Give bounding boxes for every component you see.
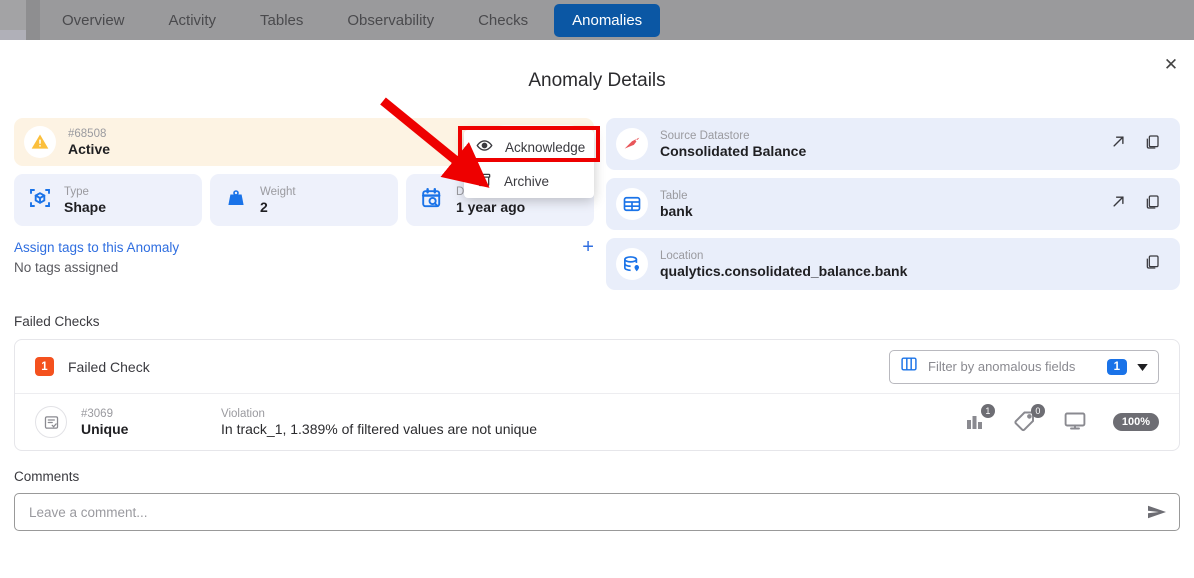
info-text-source-datastore: Source Datastore Consolidated Balance — [660, 129, 1111, 160]
info-value-location: qualytics.consolidated_balance.bank — [659, 262, 908, 279]
info-value-table: bank — [659, 202, 693, 219]
two-column-layout: #68508 Active Type Shape Weight 2 1 year… — [0, 118, 1194, 298]
modal-content: #68508 Active Type Shape Weight 2 1 year… — [0, 118, 1194, 531]
table-row[interactable]: #3069 Unique Violation In track_1, 1.389… — [15, 394, 1179, 450]
eye-icon — [476, 137, 493, 157]
anomalous-fields-filter[interactable]: Filter by anomalous fields 1 — [889, 349, 1159, 384]
info-row-table: Table bank — [605, 178, 1180, 230]
info-value-source-datastore: Consolidated Balance — [659, 142, 807, 159]
status-badge: Active — [68, 140, 111, 157]
menu-item-archive[interactable]: Archive — [464, 164, 594, 198]
metric-value-weight: 2 — [259, 198, 268, 215]
failed-check-title: Failed Check — [68, 358, 150, 375]
columns-icon — [900, 356, 918, 377]
fields-chart-icon[interactable]: 1 — [963, 404, 995, 435]
row-actions-location — [1144, 254, 1170, 275]
check-identity: #3069 Unique — [81, 407, 221, 438]
sidebar-rail-accent — [0, 30, 26, 40]
failed-checks-header: 1 Failed Check Filter by anomalous field… — [15, 340, 1179, 394]
metric-weight-text: Weight 2 — [260, 185, 296, 216]
completion-percent: 100% — [1112, 413, 1159, 431]
metric-label-weight: Weight — [259, 185, 296, 198]
info-label-table: Table — [659, 189, 688, 202]
monitor-icon[interactable] — [1063, 409, 1089, 435]
filter-count-badge: 1 — [1106, 358, 1127, 375]
metric-value-type: Shape — [64, 198, 107, 215]
metric-card-type: Type Shape — [14, 174, 202, 226]
chevron-down-icon[interactable] — [1137, 358, 1148, 376]
violation-label: Violation — [221, 407, 265, 420]
copy-icon[interactable] — [1144, 194, 1160, 215]
violation-text: In track_1, 1.389% of filtered values ar… — [221, 420, 537, 437]
copy-icon[interactable] — [1144, 134, 1160, 155]
info-label-location: Location — [659, 249, 704, 262]
app-backdrop: Overview Activity Tables Observability C… — [0, 0, 1194, 40]
info-text-location: Location qualytics.consolidated_balance.… — [660, 249, 1144, 280]
weight-icon — [224, 186, 248, 215]
comment-wrapper — [14, 493, 1180, 531]
database-location-icon — [615, 248, 648, 280]
nav-tab-activity[interactable]: Activity — [147, 0, 239, 40]
check-name: Unique — [81, 420, 129, 437]
archive-icon — [476, 172, 492, 191]
info-text-table: Table bank — [660, 189, 1111, 220]
check-id: #3069 — [81, 407, 113, 420]
add-tag-icon[interactable]: + — [582, 237, 594, 257]
kebab-dropdown-menu: Acknowledge Archive — [464, 130, 594, 198]
metric-label-type: Type — [64, 185, 89, 198]
row-actions-source-datastore — [1111, 134, 1170, 155]
failed-checks-section-label: Failed Checks — [14, 314, 100, 329]
fields-count-badge: 1 — [980, 404, 995, 418]
metric-card-weight: Weight 2 — [209, 174, 398, 226]
shape-cube-icon — [28, 186, 52, 215]
calendar-search-icon — [420, 186, 444, 215]
menu-item-acknowledge-label: Acknowledge — [505, 139, 586, 155]
info-row-location: Location qualytics.consolidated_balance.… — [605, 238, 1180, 290]
nav-tab-overview[interactable]: Overview — [40, 0, 147, 40]
failed-checks-card: 1 Failed Check Filter by anomalous field… — [14, 339, 1180, 451]
right-column: Source Datastore Consolidated Balance Ta… — [605, 118, 1180, 298]
anomaly-id: #68508 — [68, 127, 107, 140]
nav-tab-checks[interactable]: Checks — [456, 0, 550, 40]
row-stats: 1 0 100% — [963, 404, 1159, 435]
tags-block: Assign tags to this Anomaly No tags assi… — [14, 237, 594, 275]
check-rule-icon — [35, 406, 67, 438]
copy-icon[interactable] — [1144, 254, 1160, 275]
info-row-source-datastore: Source Datastore Consolidated Balance — [605, 118, 1180, 170]
no-tags-text: No tags assigned — [14, 260, 119, 275]
tag-icon[interactable]: 0 — [1013, 404, 1045, 435]
violation-cell: Violation In track_1, 1.389% of filtered… — [221, 407, 963, 438]
comments-label: Comments — [14, 469, 80, 484]
comment-input[interactable] — [14, 493, 1180, 531]
nav-tab-tables[interactable]: Tables — [238, 0, 325, 40]
failed-check-count-badge: 1 — [35, 357, 54, 376]
tags-count-badge: 0 — [1030, 404, 1045, 418]
anomaly-details-modal: ✕ Anomaly Details #68508 Active Type Sha… — [0, 40, 1194, 578]
main-nav-tabs: Overview Activity Tables Observability C… — [40, 0, 664, 40]
open-external-icon[interactable] — [1111, 194, 1126, 214]
open-external-icon[interactable] — [1111, 134, 1126, 154]
metric-value-detected: 1 year ago — [455, 198, 526, 215]
row-actions-table — [1111, 194, 1170, 215]
menu-item-acknowledge[interactable]: Acknowledge — [464, 130, 594, 164]
warning-triangle-icon — [24, 126, 56, 158]
nav-tab-anomalies[interactable]: Anomalies — [554, 3, 661, 37]
info-label-source-datastore: Source Datastore — [659, 129, 750, 142]
sidebar-rail-inner — [26, 0, 40, 40]
assign-tags-link[interactable]: Assign tags to this Anomaly — [14, 240, 594, 255]
filter-placeholder: Filter by anomalous fields — [928, 359, 1076, 374]
page-title: Anomaly Details — [528, 70, 666, 91]
datastore-icon — [615, 128, 648, 160]
menu-item-archive-label: Archive — [504, 173, 550, 189]
status-text: #68508 Active — [68, 127, 110, 158]
send-icon[interactable] — [1144, 500, 1170, 524]
metric-type-text: Type Shape — [64, 185, 106, 216]
failed-checks-header-left: 1 Failed Check — [35, 357, 150, 376]
table-grid-icon — [615, 188, 648, 220]
nav-tab-observability[interactable]: Observability — [325, 0, 456, 40]
